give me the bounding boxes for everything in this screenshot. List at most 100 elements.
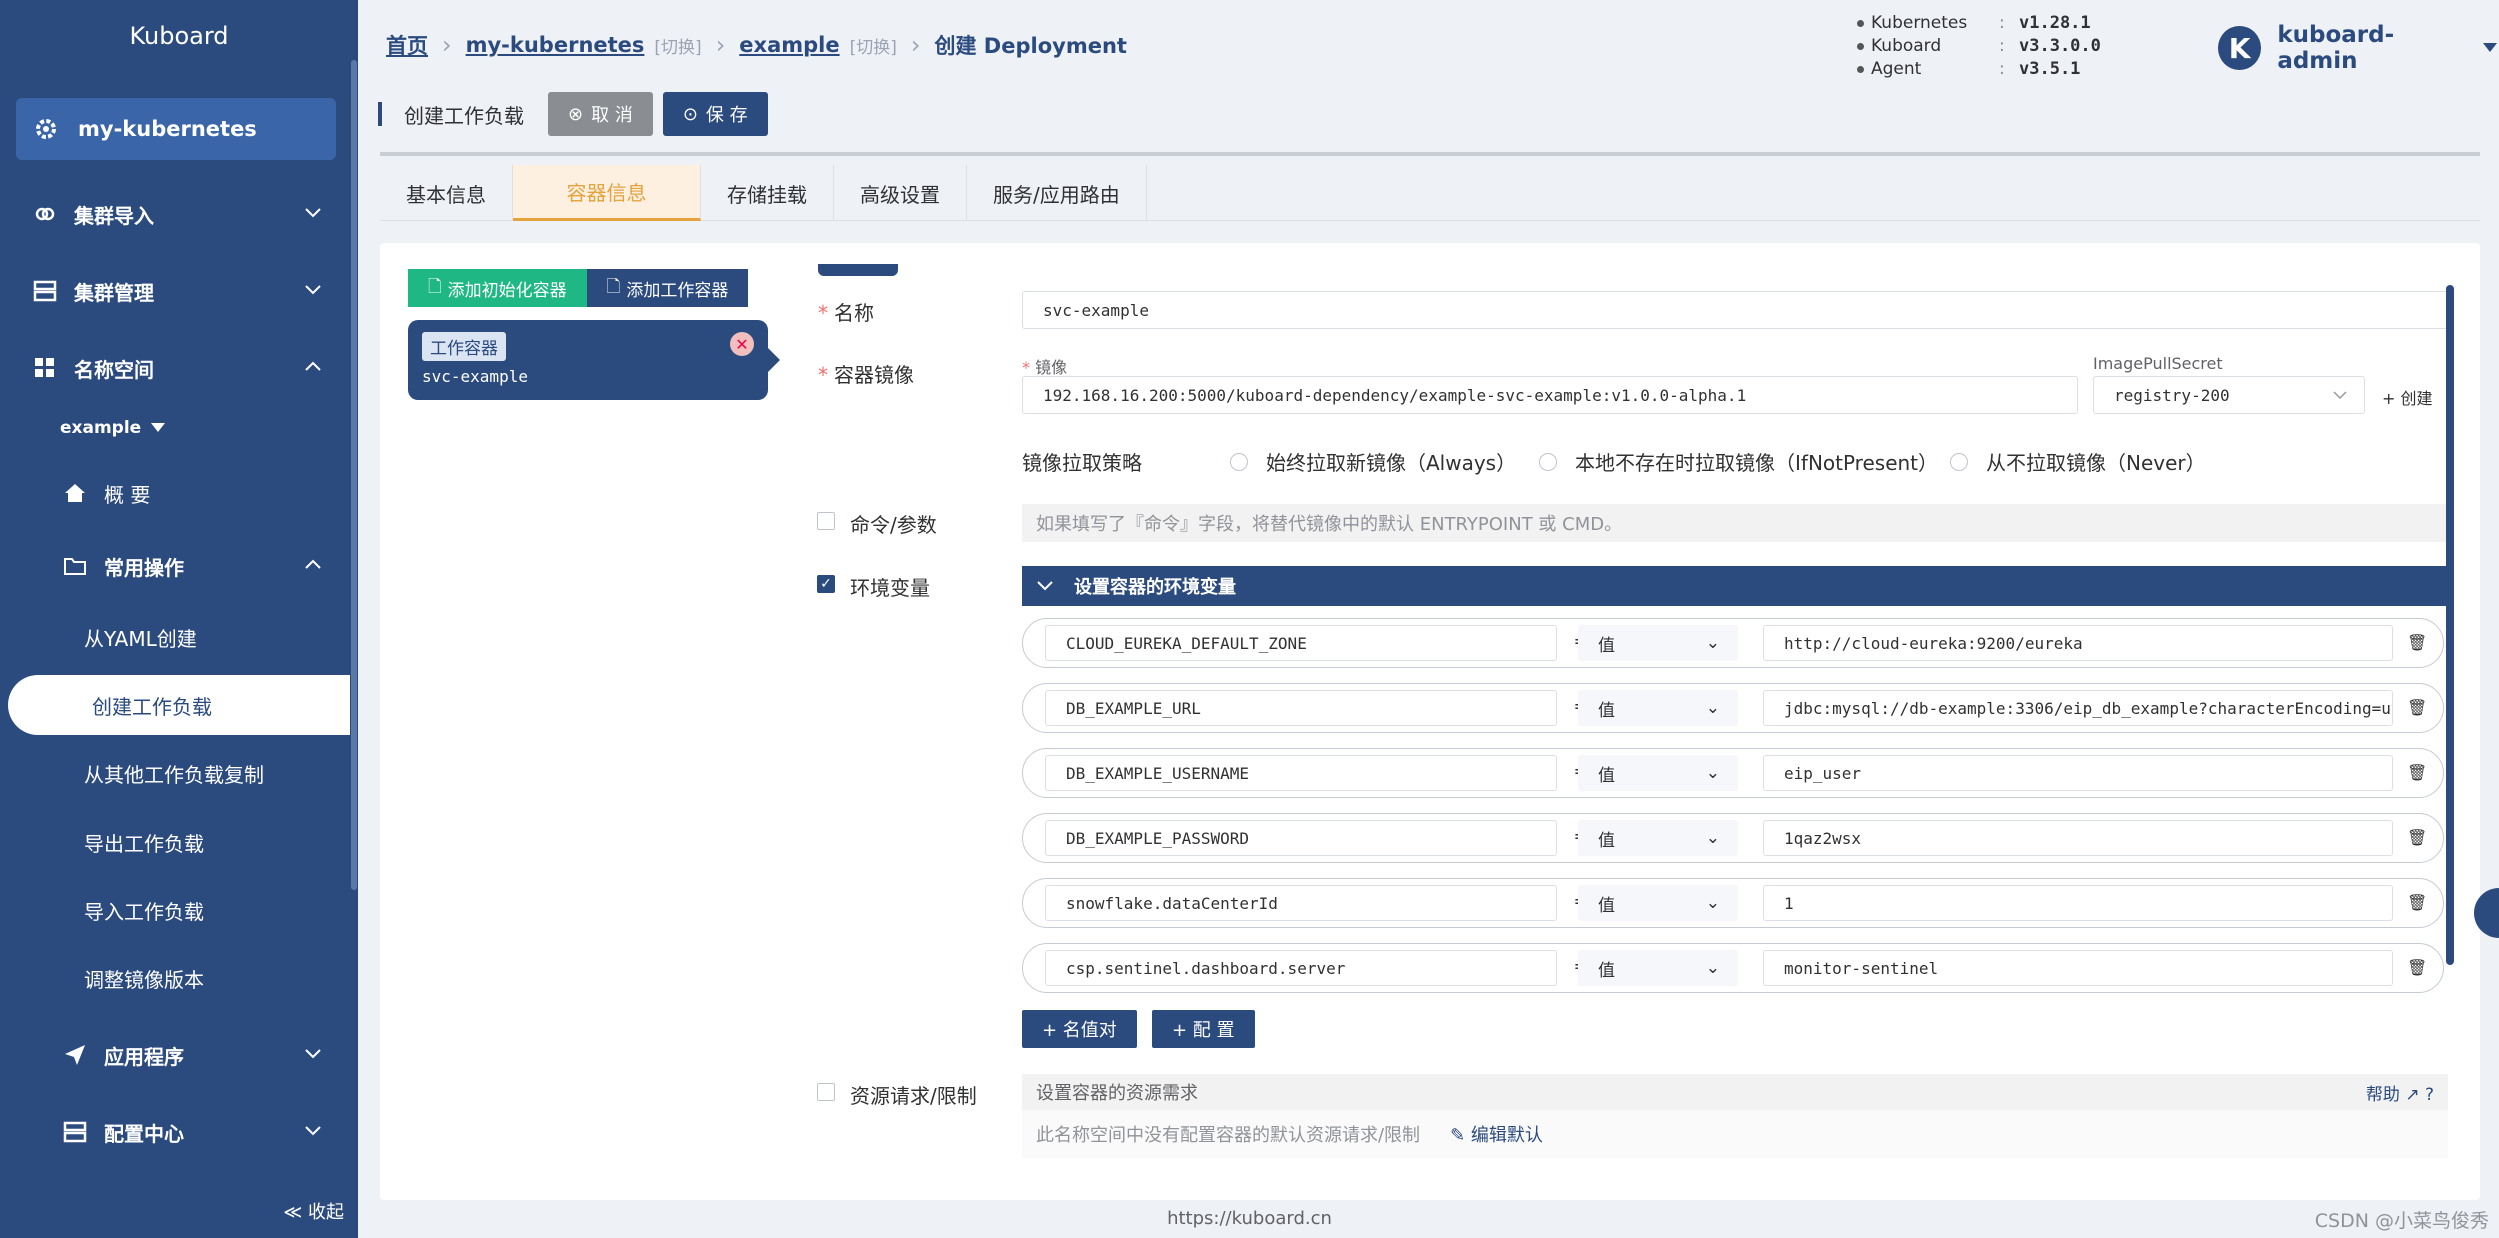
trash-icon[interactable]: 🗑 (2407, 893, 2427, 912)
policy-never-radio[interactable]: 从不拉取镜像（Never） (1950, 447, 2206, 476)
env-value-input[interactable]: monitor-sentinel (1763, 950, 2393, 986)
switch-cluster-link[interactable]: [切换] (654, 33, 701, 58)
resource-checkbox[interactable] (817, 1083, 835, 1101)
sidebar-sub-yaml[interactable]: 从YAML创建 (0, 607, 350, 667)
add-work-container-button[interactable]: 🗋 添加工作容器 (586, 269, 749, 307)
chevron-down-icon (2333, 391, 2347, 400)
add-config-button[interactable]: + 配 置 (1152, 1010, 1255, 1048)
env-type-select[interactable]: 值 ⌄ (1578, 950, 1738, 986)
env-key-input[interactable]: snowflake.dataCenterId (1045, 885, 1557, 921)
env-checkbox[interactable]: ✓ (817, 575, 835, 593)
env-type-select[interactable]: 值 ⌄ (1578, 690, 1738, 726)
cluster-name: my-kubernetes (78, 117, 257, 141)
sidebar-item-overview[interactable]: 概 要 (0, 465, 358, 521)
env-header-label: 设置容器的环境变量 (1074, 577, 1236, 598)
env-type-select[interactable]: 值 ⌄ (1578, 820, 1738, 856)
env-value-input[interactable]: 1qaz2wsx (1763, 820, 2393, 856)
tab-container[interactable]: 容器信息 (513, 165, 701, 221)
pull-secret-select[interactable]: registry-200 (2093, 376, 2365, 414)
env-key-input[interactable]: CLOUD_EUREKA_DEFAULT_ZONE (1045, 625, 1557, 661)
sidebar-item-namespace[interactable]: 名称空间 (0, 340, 358, 396)
close-icon[interactable]: ✕ (730, 332, 754, 356)
trash-icon[interactable]: 🗑 (2407, 763, 2427, 782)
breadcrumb-home[interactable]: 首页 (386, 30, 428, 60)
env-type-select[interactable]: 值 ⌄ (1578, 885, 1738, 921)
env-value-input[interactable]: jdbc:mysql://db-example:3306/eip_db_exam… (1763, 690, 2393, 726)
resource-hint: 此名称空间中没有配置容器的默认资源请求/限制 (1036, 1125, 1421, 1146)
env-key-input[interactable]: DB_EXAMPLE_URL (1045, 690, 1557, 726)
trash-icon[interactable]: 🗑 (2407, 698, 2427, 717)
env-key-input[interactable]: DB_EXAMPLE_USERNAME (1045, 755, 1557, 791)
policy-always-radio[interactable]: 始终拉取新镜像（Always） (1230, 447, 1516, 476)
env-row: DB_EXAMPLE_URL=值⌄jdbc:mysql://db-example… (1022, 683, 2444, 733)
switch-namespace-link[interactable]: [切换] (850, 33, 897, 58)
user-menu[interactable]: K kuboard-admin (2218, 22, 2499, 74)
add-container-buttons: 🗋 添加初始化容器 🗋 添加工作容器 (408, 269, 749, 307)
version-key: Kuboard (1853, 35, 1999, 58)
sidebar-item-label: 集群导入 (74, 203, 154, 228)
pull-secret-value: registry-200 (2114, 385, 2230, 405)
breadcrumb-namespace[interactable]: example (739, 33, 839, 57)
namespace-selector-label: example (60, 418, 142, 438)
trash-icon[interactable]: 🗑 (2407, 958, 2427, 977)
name-input[interactable]: svc-example (1022, 291, 2448, 329)
cluster-selector[interactable]: my-kubernetes (16, 98, 336, 160)
container-type-tag: 工作容器 (422, 332, 506, 361)
user-name: kuboard-admin (2277, 22, 2395, 74)
sidebar-item-manage[interactable]: 集群管理 (0, 263, 358, 319)
sidebar-item-apps[interactable]: 应用程序 (0, 1027, 358, 1083)
env-key-input[interactable]: DB_EXAMPLE_PASSWORD (1045, 820, 1557, 856)
env-header[interactable]: 设置容器的环境变量 (1022, 566, 2448, 606)
sidebar-sub-export[interactable]: 导出工作负载 (0, 812, 350, 872)
add-kv-button[interactable]: + 名值对 (1022, 1010, 1137, 1048)
cancel-button[interactable]: ⊗ 取 消 (548, 92, 653, 136)
tab-advanced[interactable]: 高级设置 (834, 165, 967, 221)
env-type-select[interactable]: 值 ⌄ (1578, 755, 1738, 791)
name-label: * 名称 (818, 301, 874, 325)
content-scrollbar[interactable] (2446, 285, 2454, 965)
sidebar-scrollbar[interactable] (350, 0, 358, 1238)
chevron-down-icon: ⌄ (1705, 763, 1720, 783)
tab-basic[interactable]: 基本信息 (380, 165, 513, 221)
cancel-icon: ⊗ (568, 103, 584, 125)
edit-default-link[interactable]: ✎ 编辑默认 (1450, 1121, 1543, 1147)
sidebar-item-label: 配置中心 (104, 1121, 184, 1146)
chevron-down-icon: ⌄ (1705, 893, 1720, 913)
sidebar-sub-import[interactable]: 导入工作负载 (0, 880, 350, 940)
sidebar-item-config[interactable]: 配置中心 (0, 1104, 358, 1160)
trash-icon[interactable]: 🗑 (2407, 633, 2427, 652)
footer-link[interactable]: https://kuboard.cn (0, 1208, 2499, 1229)
breadcrumb-current: 创建 Deployment (934, 34, 1127, 58)
env-value-input[interactable]: http://cloud-eureka:9200/eureka (1763, 625, 2393, 661)
grid-icon (30, 353, 60, 383)
env-value-input[interactable]: 1 (1763, 885, 2393, 921)
breadcrumb-cluster[interactable]: my-kubernetes (466, 33, 645, 57)
chevron-right-icon: › (910, 31, 921, 59)
env-value-input[interactable]: eip_user (1763, 755, 2393, 791)
sidebar-sub-create-workload[interactable]: 创建工作负载 (8, 675, 350, 735)
sidebar-item-import[interactable]: 集群导入 (0, 186, 358, 242)
sidebar-item-common-ops[interactable]: 常用操作 (0, 538, 358, 594)
chevron-up-icon (305, 361, 321, 371)
cmd-checkbox[interactable] (817, 512, 835, 530)
chevron-right-icon: › (715, 31, 726, 59)
env-key-input[interactable]: csp.sentinel.dashboard.server (1045, 950, 1557, 986)
image-input[interactable]: 192.168.16.200:5000/kuboard-dependency/e… (1022, 376, 2078, 414)
policy-label: 始终拉取新镜像（Always） (1266, 451, 1517, 475)
help-link[interactable]: 帮助 ↗ ? (2366, 1080, 2434, 1105)
container-card[interactable]: 工作容器 svc-example ✕ (408, 320, 780, 400)
sidebar-sub-image-version[interactable]: 调整镜像版本 (0, 948, 350, 1008)
add-init-container-button[interactable]: 🗋 添加初始化容器 (408, 269, 587, 307)
create-secret-link[interactable]: + 创建 (2382, 385, 2433, 409)
sidebar-sub-copy[interactable]: 从其他工作负载复制 (0, 743, 350, 803)
save-button[interactable]: ⊙ 保 存 (662, 92, 768, 136)
top-bar: 首页 › my-kubernetes [切换] › example [切换] ›… (358, 0, 2499, 155)
trash-icon[interactable]: 🗑 (2407, 828, 2427, 847)
env-type-select[interactable]: 值 ⌄ (1578, 625, 1738, 661)
tab-service[interactable]: 服务/应用路由 (967, 165, 1147, 221)
policy-ifnotpresent-radio[interactable]: 本地不存在时拉取镜像（IfNotPresent） (1539, 447, 1938, 476)
breadcrumb: 首页 › my-kubernetes [切换] › example [切换] ›… (386, 30, 1127, 60)
tab-storage[interactable]: 存储挂载 (701, 165, 834, 221)
check-circle-icon: ⊙ (682, 103, 698, 125)
namespace-selector[interactable]: example (60, 418, 167, 438)
